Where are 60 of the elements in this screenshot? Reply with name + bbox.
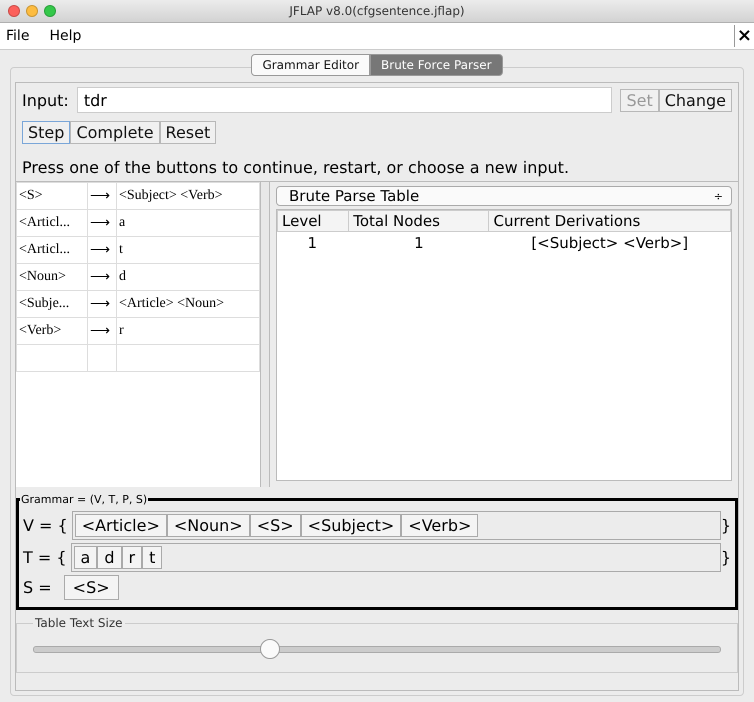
status-message: Press one of the buttons to continue, restart, or choose a new input. [22,157,570,179]
table-cell: ⟶ [88,210,116,236]
symbol-chip[interactable]: <Article> [74,514,167,537]
window-control-icon[interactable] [8,5,20,17]
table-cell: r [116,318,260,344]
grammar-title: Grammar = (V, T, P, S) [20,493,148,506]
table-cell: <Subject> <Verb> [116,182,260,210]
table-cell: t [116,236,260,264]
tab[interactable]: Grammar Editor [251,54,370,76]
input-label: Input: [22,90,69,110]
table-cell: <Subje... [16,290,88,318]
action-button[interactable]: Reset [160,121,216,144]
table-cell: <S> [16,182,88,210]
symbol-chip[interactable]: <S> [64,575,119,600]
symbol-chip[interactable]: a [74,546,98,569]
window-title: JFLAP v8.0(cfgsentence.jflap) [288,4,466,18]
brace: } [720,548,731,567]
table-cell: ⟶ [88,236,116,264]
table-cell: <Verb> [16,318,88,344]
input-button[interactable]: Change [658,88,732,112]
close-button[interactable]: × [734,25,754,47]
set-label: T = { [23,548,67,567]
slider-thumb[interactable] [260,639,280,659]
slider-track[interactable] [33,638,721,660]
symbol-chip[interactable]: <Verb> [401,514,478,537]
set-label: V = { [23,516,68,535]
brace: } [720,516,731,535]
symbol-chip[interactable]: <S> [250,514,301,537]
table-cell: ⟶ [88,318,116,344]
table-cell: d [116,264,260,290]
column-header[interactable]: Current Derivations [488,210,730,232]
table-cell: 1 [278,232,349,254]
table-cell: <Article> <Noun> [116,290,260,318]
table-cell: [<Subject> <Verb>] [488,232,730,254]
symbol-chip[interactable]: r [122,546,142,569]
set-label: S = [23,578,52,597]
tab[interactable]: Brute Force Parser [370,54,503,76]
window-control-icon[interactable] [44,5,56,17]
view-dropdown[interactable]: Brute Parse Table ÷ [276,186,732,206]
table-cell: 1 [348,232,489,254]
table-cell: a [116,210,260,236]
table-cell: ⟶ [88,264,116,290]
text-size-label: Table Text Size [34,616,124,630]
symbol-chip[interactable]: d [97,546,122,569]
table-cell: ⟶ [88,182,116,210]
window-control-icon[interactable] [26,5,38,17]
menu-item[interactable]: File [6,28,30,44]
table-cell: <Articl... [16,236,88,264]
action-button[interactable]: Complete [70,121,160,144]
column-header[interactable]: Total Nodes [348,210,489,232]
table-cell: <Noun> [16,264,88,290]
symbol-chip[interactable]: <Subject> [300,514,402,537]
table-cell: <Articl... [16,210,88,236]
symbol-chip[interactable]: t [142,546,162,569]
action-button[interactable]: Step [22,121,70,144]
input-field[interactable]: tdr [76,87,612,113]
menu-item[interactable]: Help [49,28,82,44]
column-header[interactable]: Level [278,210,349,232]
symbol-chip[interactable]: <Noun> [166,514,250,537]
table-cell: ⟶ [88,290,116,318]
